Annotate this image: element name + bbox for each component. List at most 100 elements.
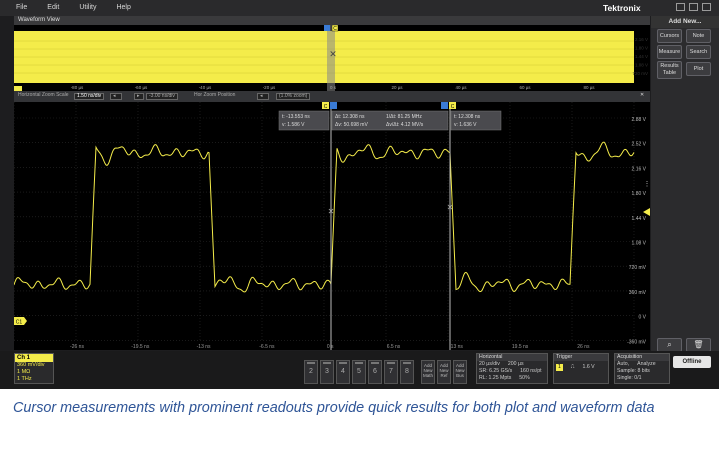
plot-x-tick: 13 ns [451,344,464,350]
overview-y-tick: 720 mV [632,71,648,76]
overview-cursor-a-flag[interactable] [324,25,330,31]
zoom-position-field[interactable]: -3.00 ns/div [146,93,178,100]
trigger-badge[interactable]: Trigger 1 ⎍ 1.6 V [553,353,609,384]
zoom-position-label: Hor Zoom Position [194,92,236,98]
menu-utility[interactable]: Utility [75,0,100,16]
maximize-icon[interactable] [689,3,698,11]
cursor-a-blue-flag[interactable] [330,102,337,109]
add-new-ref-button[interactable]: Add New Ref [437,360,451,384]
ch1-impedance: 1 MΩ [17,369,31,375]
plot-x-tick: 0 s [327,344,334,350]
overview-cursor-label: C [333,26,337,32]
overview-x-tick: -40 µs [199,85,212,90]
menu-bar: File Edit Utility Help Tektronix [0,0,719,16]
cursor-b-readout: t: 12.308 ns v: 1.636 V [450,110,502,131]
overview-y-tick: 2.16 V [635,37,648,42]
cursor-x-mark: ✕ [329,49,337,59]
cursor-b-blue-flag[interactable] [441,102,448,109]
cursor-a-voltage: v: 1.586 V [282,122,305,128]
cursor-b-label: C [451,104,455,110]
horizontal-title: Horizontal [477,354,547,361]
search-button[interactable]: Search [686,45,711,59]
plot-x-ticks: -26 ns -19.5 ns -13 ns -6.5 ns 0 s 6.5 ns 13 n… [70,344,590,350]
ch1-badge[interactable]: Ch 1 360 mV/div 1 MΩ 1 THz [14,353,54,384]
overview-y-tick: 1.08 V [635,63,648,68]
menu-edit[interactable]: Edit [43,0,63,16]
plot-y-tick: -360 mV [627,339,647,345]
add-new-bus-button[interactable]: Add New Bus [453,360,467,384]
plot-x-tick: 6.5 ns [387,344,401,350]
plot-x-tick: 26 ns [577,344,590,350]
plot-x-tick: -6.5 ns [259,344,275,350]
record-length: RL: 1.25 Mpts [479,375,512,381]
overview-x-tick: -80 µs [71,85,84,90]
cursor-a-readout: t: -13.553 ns v: 1.586 V [278,110,330,131]
overview-x-tick: 40 µs [455,85,467,90]
overview-y-tick: 1.80 V [635,46,648,51]
plot-y-tick: 1.80 V [632,191,647,197]
ch1-title: Ch 1 [15,354,53,362]
brand-logo: Tektronix [603,3,641,13]
menu-help[interactable]: Help [112,0,134,16]
cursor-delta-readout: Δt: 12.308 ns 1/Δt: 81.25 MHz Δv: 50.698… [331,110,449,131]
zoom-pos-dec-button[interactable]: ◂ [257,93,269,100]
menu-file[interactable]: File [12,0,31,16]
cursors-button[interactable]: Cursors [657,29,682,43]
channel-3-button[interactable]: 3 [320,360,334,384]
ch1-marker-label: C1 [16,320,23,326]
zoom-scale-inc-button[interactable]: ▸ [134,93,144,100]
add-new-math-button[interactable]: Add New Math [421,360,435,384]
delta-v-per-t: Δv/Δt: 4.12 MV/s [386,122,424,128]
cursor-b-time: t: 12.308 ns [454,114,481,120]
analyze-label: Analyze [637,361,656,367]
cursor-a-x-mark: ✕ [328,207,335,216]
add-new-header: Add New... [651,16,719,28]
cursor-a-time: t: -13.553 ns [282,114,310,120]
acquisition-sample: Sample: 8 bits [617,368,650,374]
close-icon[interactable] [702,3,711,11]
overview-x-tick: 80 µs [583,85,595,90]
channel-2-button[interactable]: 2 [304,360,318,384]
note-button[interactable]: Note [686,29,711,43]
zoom-close-icon[interactable]: ✕ [638,93,648,100]
minimize-icon[interactable] [676,3,685,11]
channel-6-button[interactable]: 6 [368,360,382,384]
plot-y-ticks: 2.88 V 2.52 V 2.16 V 1.80 V 1.44 V 1.08 V 720 … [627,117,647,345]
channel-7-button[interactable]: 7 [384,360,398,384]
cursor-b-x-mark: ✕ [447,203,454,212]
overview-x-tick: 20 µs [391,85,403,90]
plot-x-tick: -26 ns [70,344,84,350]
delta-voltage: Δv: 50.698 mV [335,122,368,128]
plot-grid [14,102,635,341]
trigger-level: 1.6 V [582,364,595,370]
plot-button[interactable]: Plot [686,62,711,76]
trigger-source: 1 [556,364,563,371]
zoom-icon[interactable]: ⌕ [657,338,682,352]
measure-button[interactable]: Measure [657,45,682,59]
horizontal-badge[interactable]: Horizontal 20 µs/div 200 µs SR: 6.25 GS/s… [476,353,548,384]
channel-5-button[interactable]: 5 [352,360,366,384]
offline-button[interactable]: Offline [673,356,711,368]
channel-4-button[interactable]: 4 [336,360,350,384]
more-options-icon[interactable]: ⋮ [644,181,651,188]
trigger-level-marker[interactable] [643,208,650,216]
zoom-scale-field[interactable]: 1.50 ns/div [74,93,105,100]
overview-x-ticks: -80 µs -60 µs -40 µs -20 µs 0 s 20 µs 40 µs 60 … [71,85,596,90]
acquisition-badge[interactable]: Acquisition Auto, Analyze Sample: 8 bits … [614,353,670,384]
channel-8-button[interactable]: 8 [400,360,414,384]
plot-y-tick: 1.44 V [632,216,647,222]
overview-x-tick: 60 µs [519,85,531,90]
plot-y-tick: 1.08 V [632,241,647,247]
horizontal-position: 50% [519,375,530,381]
results-table-button[interactable]: Results Table [657,61,682,79]
zoom-scale-dec-button[interactable]: ◂ [110,93,122,100]
record-resolution: 160 ns/pt [520,368,542,374]
acquisition-title: Acquisition [615,354,669,361]
plot-y-tick: 2.88 V [632,117,647,123]
results-panel: Add New... Cursors Note Measure Search R… [651,16,719,389]
trash-icon[interactable]: 🗑 [686,338,711,352]
zoom-plot[interactable]: C C ✕ ✕ t: -13.553 ns v: 1.586 V Δt: 12.… [14,102,650,350]
cursor-a-label: C [324,104,328,110]
cursor-b-voltage: v: 1.636 V [454,122,477,128]
overview-waveform[interactable]: ✕ C 2.16 V 1.80 V 1.44 V 1.08 V 720 mV -80 µ… [14,25,650,91]
